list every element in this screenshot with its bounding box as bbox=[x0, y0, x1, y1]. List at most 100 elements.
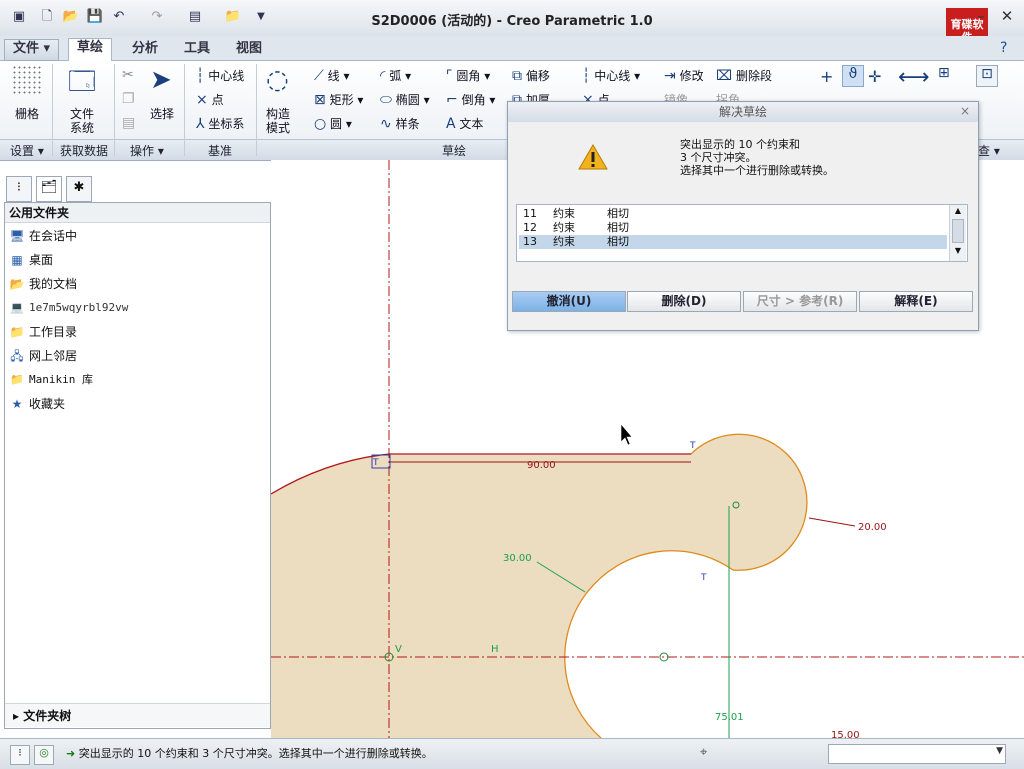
conflict-list[interactable]: 11 约束 相切 12 约束 相切 13 约束 相切 ▲ ▼ bbox=[516, 204, 968, 262]
folder-item-favorites[interactable]: ★ 收藏夹 bbox=[9, 393, 65, 415]
tab-analysis[interactable]: 分析 bbox=[124, 40, 166, 60]
close-button[interactable]: ✕ bbox=[996, 6, 1018, 26]
filter-dropdown[interactable]: ▼ bbox=[828, 744, 1006, 764]
datum-coord-sys[interactable]: ⅄ 坐标系 bbox=[196, 115, 244, 132]
folder-item-my-documents[interactable]: 📂 我的文档 bbox=[9, 273, 78, 295]
favorites-tab-icon[interactable]: ✱ bbox=[66, 176, 92, 202]
scroll-thumb[interactable] bbox=[952, 219, 964, 243]
grid-snap-icon[interactable]: ⊞ bbox=[938, 65, 950, 81]
arc-tool[interactable]: ◜ 弧 ▾ bbox=[380, 67, 411, 84]
datum-centerline[interactable]: ┆ 中心线 bbox=[196, 67, 244, 84]
navigator-tabs: ⁝ 🗂 ✱ bbox=[4, 172, 270, 202]
folder-item-computer[interactable]: 💻 1e7m5wqyrbl92vw bbox=[9, 297, 128, 319]
inspect-icon-1[interactable]: ⊡ bbox=[976, 65, 998, 87]
group-setup[interactable]: 设置 ▾ bbox=[10, 142, 44, 159]
construct-mode-icon[interactable]: ◌ bbox=[266, 65, 289, 95]
dim-90-text: 90.00 bbox=[527, 460, 556, 471]
dialog-message: 突出显示的 10 个约束和 3 个尺寸冲突。 选择其中一个进行删除或转换。 bbox=[680, 138, 834, 177]
tangent-constraint-icon[interactable]: ϑ bbox=[842, 65, 864, 87]
undo-button[interactable]: 撤消(U) bbox=[512, 291, 626, 312]
folder-browser-tab-icon[interactable]: 🗂 bbox=[36, 176, 62, 202]
model-tree-tab-icon[interactable]: ⁝ bbox=[6, 176, 32, 202]
title-bar: ▣ 🗋 📂 💾 ↶ ↷ ▤ 📁 ▼ S2D0006 (活动的) - Creo P… bbox=[0, 0, 1024, 56]
dim-15-text: 15.00 bbox=[831, 730, 860, 738]
select-arrow-icon[interactable]: ➤ bbox=[150, 65, 172, 95]
computer-icon: 💻 bbox=[10, 301, 24, 314]
vertical-constraint-icon[interactable]: + bbox=[820, 67, 833, 86]
network-icon: 🖧 bbox=[10, 349, 24, 363]
grid-icon[interactable] bbox=[12, 65, 42, 95]
list-scrollbar[interactable]: ▲ ▼ bbox=[949, 205, 966, 261]
folder-icon: 📁 bbox=[9, 325, 25, 339]
tab-view[interactable]: 视图 bbox=[228, 40, 270, 60]
grid-label[interactable]: 栅格 bbox=[15, 105, 39, 122]
sketch-fill-region bbox=[271, 434, 807, 738]
delete-button[interactable]: 删除(D) bbox=[627, 291, 741, 312]
conflict-row[interactable]: 11 约束 相切 bbox=[519, 207, 947, 221]
group-operations[interactable]: 操作 ▾ bbox=[130, 142, 164, 159]
mouse-cursor-icon bbox=[620, 423, 633, 446]
offset-tool[interactable]: ⧉ 偏移 bbox=[512, 67, 550, 84]
rectangle-tool[interactable]: ⊠ 矩形 ▾ bbox=[314, 91, 363, 108]
text-tool[interactable]: A 文本 bbox=[446, 115, 483, 132]
construct-label-2[interactable]: 模式 bbox=[266, 119, 290, 136]
status-message: ➜ 突出显示的 10 个约束和 3 个尺寸冲突。选择其中一个进行删除或转换。 bbox=[66, 747, 433, 760]
midpoint-constraint-icon[interactable]: ✛ bbox=[868, 67, 881, 86]
delete-segment-tool[interactable]: ⌧ 删除段 bbox=[716, 67, 772, 84]
dimension-icon[interactable]: ⟷ bbox=[898, 65, 930, 90]
folder-item-working-directory[interactable]: 📁 工作目录 bbox=[9, 321, 78, 343]
file-system-label-2[interactable]: 系统 bbox=[70, 119, 94, 136]
minimize-button[interactable]: – bbox=[970, 6, 992, 26]
spline-tool[interactable]: ∿ 样条 bbox=[380, 115, 420, 132]
group-inspect[interactable]: 查 ▾ bbox=[978, 142, 1000, 159]
scroll-up-icon[interactable]: ▲ bbox=[950, 205, 966, 217]
sketch-centerline-tool[interactable]: ┆ 中心线 ▾ bbox=[582, 67, 640, 84]
favorites-icon: ★ bbox=[11, 397, 23, 411]
find-icon[interactable]: ⌖ bbox=[700, 745, 707, 760]
circle-tool[interactable]: ○ 圆 ▾ bbox=[314, 115, 352, 132]
dialog-title: 解决草绘 bbox=[508, 102, 978, 122]
dim-20-text: 20.00 bbox=[858, 522, 887, 533]
select-label[interactable]: 选择 bbox=[150, 105, 174, 122]
dim-75-text: 75.01 bbox=[715, 712, 744, 723]
cut-icon[interactable]: ✂ bbox=[122, 67, 134, 83]
documents-icon: 📂 bbox=[9, 277, 25, 291]
folder-item-network[interactable]: 🖧 网上邻居 bbox=[9, 345, 77, 367]
paste-icon[interactable]: ▤ bbox=[122, 115, 135, 131]
horizontal-label: H bbox=[491, 644, 499, 655]
folder-item-desktop[interactable]: ▦ 桌面 bbox=[9, 249, 53, 271]
folder-item-in-session[interactable]: 🖥 在会话中 bbox=[9, 225, 77, 247]
chamfer-tool[interactable]: ⌐ 倒角 ▾ bbox=[446, 91, 495, 108]
folder-item-manikin[interactable]: 📁 Manikin 库 bbox=[9, 369, 93, 391]
modify-tool[interactable]: ⇥ 修改 bbox=[664, 67, 704, 84]
line-tool[interactable]: ⟋ 线 ▾ bbox=[314, 67, 350, 84]
monitor-icon: 🖥 bbox=[9, 229, 25, 243]
chevron-down-icon[interactable]: ▼ bbox=[996, 746, 1003, 756]
explain-button[interactable]: 解释(E) bbox=[859, 291, 973, 312]
fillet-tool[interactable]: ⌜ 圆角 ▾ bbox=[446, 67, 490, 84]
dim-to-reference-button[interactable]: 尺寸 > 参考(R) bbox=[743, 291, 857, 312]
ellipse-tool[interactable]: ⬭ 椭圆 ▾ bbox=[380, 91, 430, 108]
conflict-row[interactable]: 12 约束 相切 bbox=[519, 221, 947, 235]
group-get-data: 获取数据 bbox=[60, 144, 109, 158]
conflict-row-selected[interactable]: 13 约束 相切 bbox=[519, 235, 947, 249]
tab-sketch[interactable]: 草绘 bbox=[68, 38, 113, 61]
ribbon-separator bbox=[184, 64, 185, 156]
tangent-label-2: T bbox=[689, 441, 696, 451]
resolve-sketch-dialog: 解决草绘 × 突出显示的 10 个约束和 3 个尺寸冲突。 选择其中一个进行删除… bbox=[507, 101, 979, 331]
dialog-close-icon[interactable]: × bbox=[960, 104, 970, 118]
folder-tree-toggle[interactable]: ▸ 文件夹树 bbox=[5, 703, 270, 727]
tab-tools[interactable]: 工具 bbox=[176, 40, 218, 60]
tab-file[interactable]: 文件 ▾ bbox=[4, 39, 60, 61]
file-system-icon[interactable]: 🗔 bbox=[68, 63, 96, 107]
ribbon-separator bbox=[114, 64, 115, 156]
browser-toggle-icon[interactable]: ◎ bbox=[34, 745, 54, 765]
dim-30-text: 30.00 bbox=[503, 553, 532, 564]
scroll-down-icon[interactable]: ▼ bbox=[950, 245, 966, 257]
datum-point[interactable]: × 点 bbox=[196, 91, 224, 108]
common-folders-header: 公用文件夹 bbox=[5, 203, 270, 223]
navigator-toggle-icon[interactable]: ⁝ bbox=[10, 745, 30, 765]
copy-icon[interactable]: ❐ bbox=[122, 91, 135, 107]
ribbon-tabs: 文件 ▾ 草绘 分析 工具 视图 ? bbox=[0, 36, 1024, 61]
help-icon[interactable]: ? bbox=[1000, 40, 1007, 56]
